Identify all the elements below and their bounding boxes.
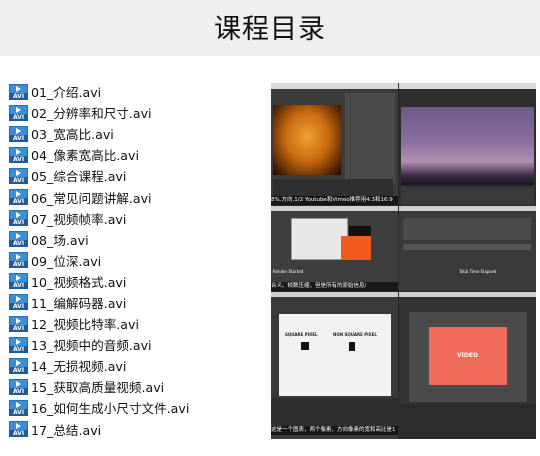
file-item[interactable]: AVI 13_视频中的音频.avi [9, 334, 269, 355]
file-name: 06_常见问题讲解.avi [31, 190, 152, 206]
file-name: 02_分辨率和尺寸.avi [31, 106, 152, 122]
video-preview-collage: 8%.方向,1/2 Youtube和Vimeo推荐用4:3和16:9 Rende… [271, 83, 536, 439]
file-item[interactable]: AVI 08_场.avi [9, 229, 269, 250]
file-name: 10_视频格式.avi [31, 274, 127, 290]
file-item[interactable]: AVI 11_编解码器.avi [9, 292, 269, 313]
file-item[interactable]: AVI 05_综合课程.avi [9, 165, 269, 186]
avi-file-icon: AVI [9, 336, 28, 353]
header-bar: 课程目录 [0, 0, 540, 56]
file-name: 04_像素宽高比.avi [31, 148, 139, 164]
avi-file-icon: AVI [9, 146, 28, 163]
file-item[interactable]: AVI 04_像素宽高比.avi [9, 144, 269, 165]
avi-file-icon: AVI [9, 104, 28, 121]
caption-top: 8%.方向,1/2 Youtube和Vimeo推荐用4:3和16:9 [271, 196, 398, 205]
preview-thumbnail-1: 8%.方向,1/2 Youtube和Vimeo推荐用4:3和16:9 [271, 83, 398, 205]
caption-mid: 合义。帧数压缩，但是所有的原始信息/ [271, 282, 398, 291]
non-square-pixel-label: NON SQUARE PIXEL [333, 332, 377, 337]
square-pixel-label: SQUARE PIXEL [285, 332, 318, 337]
avi-file-icon: AVI [9, 315, 28, 332]
file-name: 17_总结.avi [31, 422, 102, 438]
caption-bottom: 这是一个图表，两个像素，方向像素的宽和高比是1 [271, 426, 398, 435]
file-item[interactable]: AVI 10_视频格式.avi [9, 271, 269, 292]
file-item[interactable]: AVI 06_常见问题讲解.avi [9, 186, 269, 207]
preview-thumbnail-6: VIDEO [399, 292, 536, 439]
file-item[interactable]: AVI 01_介绍.avi [9, 81, 269, 102]
file-item[interactable]: AVI 07_视频帧率.avi [9, 208, 269, 229]
avi-file-icon: AVI [9, 357, 28, 374]
avi-file-icon: AVI [9, 83, 28, 100]
avi-file-icon: AVI [9, 399, 28, 416]
avi-file-icon: AVI [9, 125, 28, 142]
preview-thumbnail-3: Render Started 合义。帧数压缩，但是所有的原始信息/ [271, 206, 398, 291]
file-item[interactable]: AVI 14_无损视频.avi [9, 355, 269, 376]
file-name: 13_视频中的音频.avi [31, 338, 152, 354]
file-item[interactable]: AVI 12_视频比特率.avi [9, 313, 269, 334]
menu-bar [271, 83, 398, 89]
file-item[interactable]: AVI 16_如何生成小尺寸文件.avi [9, 397, 269, 418]
file-name: 08_场.avi [31, 232, 89, 248]
render-label: Render Started [273, 269, 304, 274]
render-total-label: Total Time Elapsed [459, 269, 497, 274]
file-item[interactable]: AVI 02_分辨率和尺寸.avi [9, 102, 269, 123]
file-name: 11_编解码器.avi [31, 295, 127, 311]
avi-file-icon: AVI [9, 189, 28, 206]
avi-file-icon: AVI [9, 294, 28, 311]
file-item[interactable]: AVI 17_总结.avi [9, 419, 269, 440]
file-name: 01_介绍.avi [31, 85, 102, 101]
avi-file-icon: AVI [9, 252, 28, 269]
avi-file-icon: AVI [9, 210, 28, 227]
avi-file-icon: AVI [9, 231, 28, 248]
page-title: 课程目录 [214, 14, 326, 45]
avi-file-icon: AVI [9, 421, 28, 438]
preview-thumbnail-5: SQUARE PIXEL NON SQUARE PIXEL 这是一个图表，两个像… [271, 292, 398, 439]
file-item[interactable]: AVI 15_获取高质量视频.avi [9, 376, 269, 397]
file-item[interactable]: AVI 03_宽高比.avi [9, 123, 269, 144]
file-name: 05_综合课程.avi [31, 169, 127, 185]
file-name: 16_如何生成小尺寸文件.avi [31, 401, 190, 417]
avi-file-icon: AVI [9, 378, 28, 395]
file-name: 12_视频比特率.avi [31, 317, 139, 333]
file-list: AVI 01_介绍.avi AVI 02_分辨率和尺寸.avi AVI 03_宽高比.av… [9, 81, 269, 440]
avi-file-icon: AVI [9, 167, 28, 184]
file-name: 07_视频帧率.avi [31, 211, 127, 227]
file-item[interactable]: AVI 09_位深.avi [9, 250, 269, 271]
file-name: 09_位深.avi [31, 253, 102, 269]
file-name: 15_获取高质量视频.avi [31, 380, 165, 396]
menu-bar [399, 83, 536, 89]
file-name: 03_宽高比.avi [31, 127, 114, 143]
video-label: VIDEO [457, 352, 479, 359]
preview-thumbnail-2 [399, 83, 536, 205]
preview-thumbnail-4: Total Time Elapsed [399, 206, 536, 291]
avi-file-icon: AVI [9, 273, 28, 290]
file-name: 14_无损视频.avi [31, 359, 127, 375]
